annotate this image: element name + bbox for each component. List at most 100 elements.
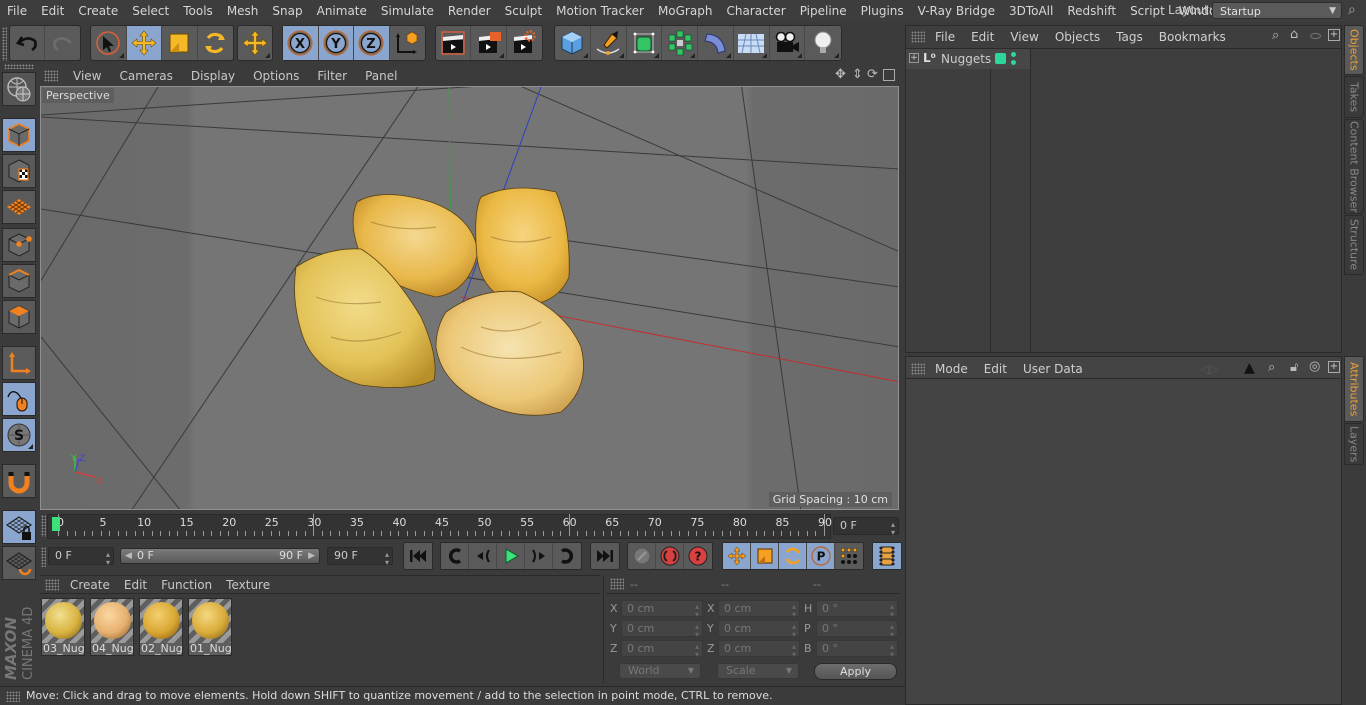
tab-structure[interactable]: Structure: [1344, 215, 1364, 275]
menu-snap[interactable]: Snap: [265, 0, 309, 22]
spinner-icon[interactable]: ▴ ▾: [792, 623, 796, 639]
target-icon[interactable]: ◎: [1309, 359, 1320, 374]
attribute-menu-user-data[interactable]: User Data: [1015, 362, 1091, 376]
pan-icon[interactable]: ✥: [835, 67, 846, 82]
undo-button[interactable]: [10, 26, 46, 60]
preview-range-slider[interactable]: ◀ 0 F 90 F ▶: [120, 548, 320, 564]
dolly-icon[interactable]: ⇕: [852, 67, 863, 82]
camera-button[interactable]: [770, 26, 806, 60]
spinner-icon[interactable]: ▴ ▾: [106, 551, 110, 567]
recent-move-button[interactable]: [238, 26, 272, 60]
rot-p-field[interactable]: 0 ° ▴ ▾: [816, 620, 898, 639]
texture-mode-button[interactable]: [2, 154, 36, 188]
size-x-field[interactable]: 0 cm ▴ ▾: [718, 600, 800, 619]
search-icon[interactable]: ⌕: [1268, 360, 1275, 375]
attribute-grip[interactable]: [911, 362, 925, 375]
spinner-icon[interactable]: ▴ ▾: [695, 643, 699, 659]
coordinate-system-button[interactable]: [390, 26, 425, 60]
material-menu-texture[interactable]: Texture: [219, 578, 277, 592]
next-frame-button[interactable]: [525, 543, 553, 569]
tab-takes[interactable]: Takes: [1344, 76, 1364, 118]
menu-render[interactable]: Render: [441, 0, 498, 22]
playback-grip[interactable]: [41, 547, 46, 567]
object-menu-objects[interactable]: Objects: [1047, 30, 1108, 44]
menu-vray-bridge[interactable]: V-Ray Bridge: [911, 0, 1002, 22]
key-scale-button[interactable]: [751, 543, 779, 569]
light-button[interactable]: [805, 26, 841, 60]
workplane-rotate-button[interactable]: [2, 546, 36, 580]
material-item[interactable]: 02_Nugg: [139, 598, 183, 656]
key-rotation-button[interactable]: [779, 543, 807, 569]
layout-select[interactable]: Startup ▼: [1212, 2, 1342, 19]
attribute-menu-edit[interactable]: Edit: [976, 362, 1015, 376]
object-menu-bookmarks[interactable]: Bookmarks: [1151, 30, 1234, 44]
axis-mode-button[interactable]: [2, 346, 36, 380]
redo-button[interactable]: [45, 26, 80, 60]
material-item[interactable]: 01_Nugg: [188, 598, 232, 656]
rotate-tool-button[interactable]: [198, 26, 233, 60]
new-window-icon[interactable]: +: [1328, 29, 1340, 41]
new-window-icon[interactable]: +: [1328, 361, 1340, 373]
tab-content-browser[interactable]: Content Browser: [1344, 119, 1364, 214]
size-z-field[interactable]: 0 cm ▴ ▾: [718, 640, 800, 659]
3d-viewport[interactable]: Y Z X Perspective Grid Spacing : 10 cm: [40, 86, 899, 510]
pos-y-field[interactable]: 0 cm ▴ ▾: [621, 620, 703, 639]
points-mode-button[interactable]: [2, 228, 36, 262]
spinner-icon[interactable]: ▴ ▾: [792, 603, 796, 619]
camera-label[interactable]: Perspective: [42, 88, 114, 103]
unlock-icon[interactable]: 🔓︎: [1290, 360, 1298, 375]
viewport-menu-view[interactable]: View: [64, 69, 110, 83]
rot-b-field[interactable]: 0 ° ▴ ▾: [816, 640, 898, 659]
menu-tools[interactable]: Tools: [176, 0, 220, 22]
floor-button[interactable]: [734, 26, 770, 60]
toolbar-grip[interactable]: [2, 27, 7, 61]
key-pla-button[interactable]: [835, 543, 863, 569]
search-icon[interactable]: ⌕: [1272, 28, 1279, 43]
viewport-menu-filter[interactable]: Filter: [308, 69, 356, 83]
spinner-icon[interactable]: ▴ ▾: [890, 603, 894, 619]
current-frame-field[interactable]: 0 F ▴ ▾: [833, 517, 899, 537]
object-menu-edit[interactable]: Edit: [963, 30, 1002, 44]
timeline-ruler[interactable]: 0 5 10 15 20 25 30 35 40 45 50 55 60 65 70 75 80 85 90: [47, 514, 832, 539]
viewport-menu-options[interactable]: Options: [244, 69, 308, 83]
cloner-button[interactable]: [662, 26, 698, 60]
key-parameter-button[interactable]: P: [807, 543, 835, 569]
timeline-window-button[interactable]: [873, 543, 901, 569]
timeline-grip[interactable]: [41, 515, 46, 537]
keyframe-selection-button[interactable]: ?: [684, 543, 712, 569]
menu-simulate[interactable]: Simulate: [374, 0, 441, 22]
menu-edit[interactable]: Edit: [34, 0, 71, 22]
lock-workplane-button[interactable]: [2, 510, 36, 544]
spinner-icon[interactable]: ▴ ▾: [385, 551, 389, 567]
edges-mode-button[interactable]: [2, 264, 36, 298]
spinner-icon[interactable]: ▴ ▾: [890, 643, 894, 659]
menu-character[interactable]: Character: [719, 0, 792, 22]
next-key-button[interactable]: [553, 543, 581, 569]
key-position-button[interactable]: [723, 543, 751, 569]
back-forward-icon[interactable]: ◁▷: [1200, 362, 1218, 376]
viewport-menu-cameras[interactable]: Cameras: [110, 69, 181, 83]
material-item[interactable]: 03_Nugg: [41, 598, 85, 656]
model-mode-button[interactable]: [2, 118, 36, 152]
attribute-menu-mode[interactable]: Mode: [927, 362, 976, 376]
menu-pipeline[interactable]: Pipeline: [793, 0, 854, 22]
home-icon[interactable]: ⌂: [1290, 27, 1298, 42]
playhead[interactable]: [52, 517, 60, 531]
tweak-mode-button[interactable]: [2, 382, 36, 416]
menu-sculpt[interactable]: Sculpt: [498, 0, 549, 22]
play-button[interactable]: [497, 543, 525, 569]
render-settings-button[interactable]: [507, 26, 542, 60]
range-right-arrow-icon[interactable]: ▶: [308, 549, 315, 563]
object-menu-tags[interactable]: Tags: [1108, 30, 1151, 44]
spinner-icon[interactable]: ▴ ▾: [695, 623, 699, 639]
prev-key-button[interactable]: [441, 543, 469, 569]
menu-script[interactable]: Script: [1123, 0, 1172, 22]
solo-button[interactable]: S: [2, 418, 36, 452]
range-left-arrow-icon[interactable]: ◀: [125, 549, 132, 563]
material-menu-edit[interactable]: Edit: [117, 578, 154, 592]
spinner-icon[interactable]: ▴ ▾: [695, 603, 699, 619]
subdivision-surface-button[interactable]: [627, 26, 663, 60]
search-icon[interactable]: ⌕: [1348, 2, 1356, 18]
material-grip[interactable]: [45, 578, 59, 591]
spinner-icon[interactable]: ▴ ▾: [891, 521, 895, 537]
